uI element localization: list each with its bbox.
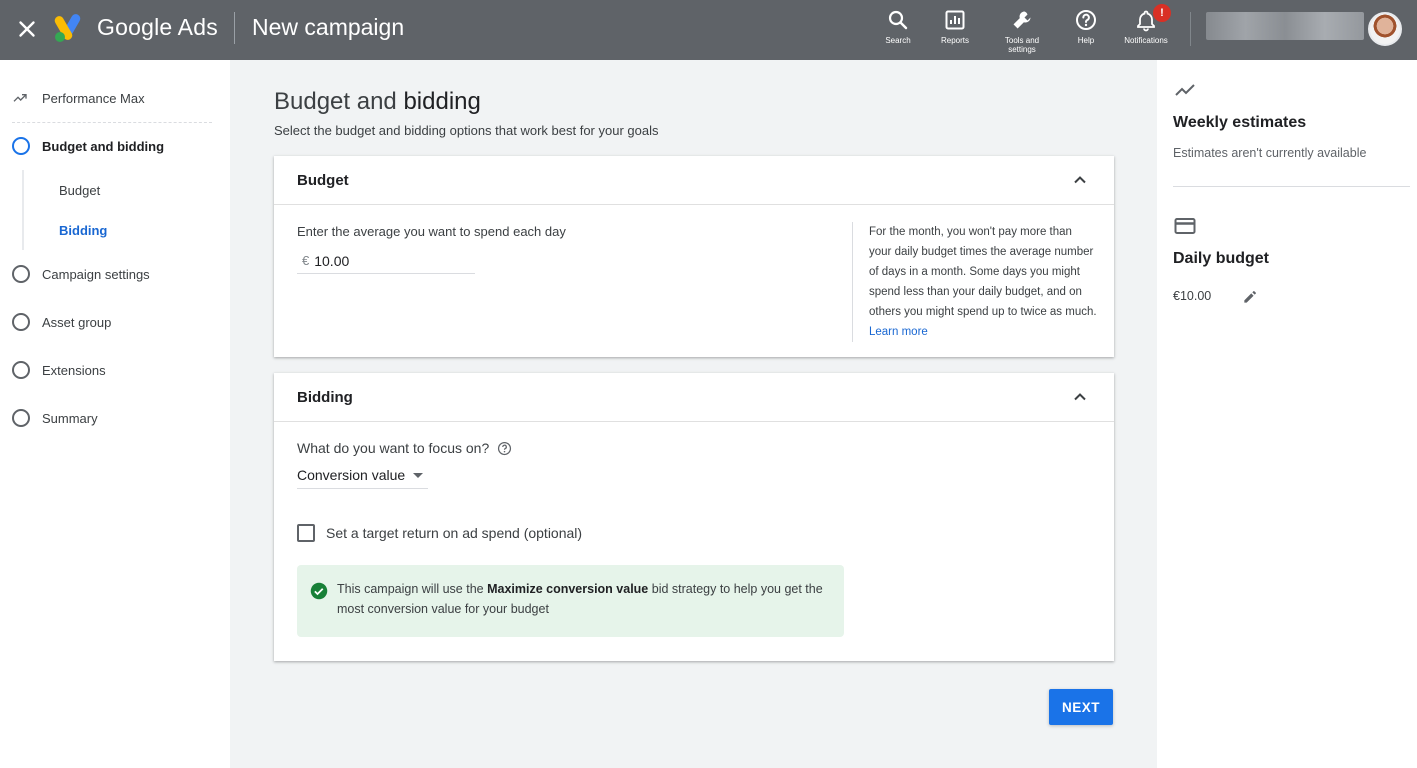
step-extensions[interactable]: Extensions — [12, 360, 106, 380]
step-campaign-settings[interactable]: Campaign settings — [12, 264, 150, 284]
budget-divider — [852, 222, 853, 342]
focus-dropdown[interactable]: Conversion value — [297, 462, 428, 489]
budget-help-text: For the month, you won't pay more than y… — [869, 222, 1097, 342]
step-label: Asset group — [42, 314, 112, 330]
page-subtitle: Select the budget and bidding options th… — [274, 123, 659, 138]
step-circle-icon — [12, 313, 30, 331]
focus-selected-value: Conversion value — [297, 467, 406, 483]
notifications-tool-label: Notifications — [1124, 36, 1168, 45]
panel-divider — [1173, 186, 1410, 187]
budget-heading: Budget — [297, 172, 349, 189]
strategy-info-pre: This campaign will use the — [337, 582, 488, 596]
reports-tool[interactable]: Reports — [920, 8, 990, 45]
trending-line-icon — [1175, 84, 1195, 96]
weekly-estimates-text: Estimates aren't currently available — [1173, 146, 1367, 160]
step-asset-group[interactable]: Asset group — [12, 312, 111, 332]
page-heading: New campaign — [252, 14, 405, 40]
help-icon — [1076, 10, 1096, 30]
pencil-icon[interactable] — [1241, 286, 1261, 306]
header-divider-right — [1190, 12, 1191, 46]
daily-budget-input[interactable] — [314, 252, 455, 269]
credit-card-icon — [1174, 218, 1196, 234]
daily-budget-amount: €10.00 — [1173, 289, 1212, 303]
page-title-part-2: bidding — [403, 88, 481, 115]
tools-settings-tool-label: Tools and settings — [1004, 36, 1040, 54]
budget-input-label: Enter the average you want to spend each… — [297, 224, 566, 239]
search-icon — [888, 10, 908, 30]
help-circle-icon[interactable] — [497, 441, 512, 456]
trending-icon — [13, 94, 27, 102]
chevron-up-icon[interactable] — [1070, 387, 1090, 407]
budget-card-header[interactable]: Budget — [274, 156, 1114, 205]
step-budget-and-bidding[interactable]: Budget and bidding — [12, 136, 164, 156]
tools-settings-tool[interactable]: Tools and settings — [987, 8, 1057, 54]
step-circle-icon — [12, 265, 30, 283]
google-ads-logo-icon — [54, 14, 81, 42]
account-info-blurred[interactable] — [1206, 12, 1364, 40]
check-circle-icon — [310, 582, 328, 600]
chevron-up-icon[interactable] — [1070, 170, 1090, 190]
page-title: Budget and bidding — [274, 88, 481, 116]
campaign-type: Performance Max — [12, 88, 145, 108]
step-label: Summary — [42, 410, 98, 426]
reports-tool-label: Reports — [940, 36, 969, 45]
bidding-heading: Bidding — [297, 389, 353, 406]
strategy-name: Maximize conversion value — [487, 582, 649, 596]
substep-line — [22, 170, 24, 250]
estimates-panel: Weekly estimates Estimates aren't curren… — [1157, 60, 1417, 768]
brand-name: Google Ads — [97, 14, 218, 40]
budget-help-body: For the month, you won't pay more than y… — [869, 226, 1097, 318]
nav-divider — [12, 122, 212, 123]
campaign-type-label: Performance Max — [42, 90, 145, 106]
top-bar: Google Ads New campaign Search Reports T… — [0, 0, 1417, 60]
currency-symbol: € — [302, 253, 310, 268]
page-title-part-1: Budget and — [274, 88, 404, 115]
substep-bidding[interactable]: Bidding — [59, 223, 107, 238]
left-navigation: Performance Max Budget and bidding Budge… — [0, 60, 230, 768]
bidding-card-header[interactable]: Bidding — [274, 373, 1114, 422]
wrench-icon — [1013, 11, 1031, 29]
next-button[interactable]: NEXT — [1049, 689, 1113, 725]
learn-more-link[interactable]: Learn more — [869, 326, 928, 338]
notification-badge: ! — [1153, 4, 1171, 22]
substep-budget[interactable]: Budget — [59, 183, 100, 198]
step-label: Extensions — [42, 362, 106, 378]
target-roas-checkbox[interactable] — [297, 524, 315, 542]
close-icon[interactable] — [14, 16, 40, 42]
avatar[interactable] — [1368, 12, 1402, 46]
step-circle-icon — [12, 409, 30, 427]
budget-card: Budget Enter the average you want to spe… — [274, 156, 1114, 357]
notifications-tool[interactable]: ! Notifications — [1111, 4, 1181, 45]
focus-question-label: What do you want to focus on? — [297, 440, 490, 456]
dropdown-caret-icon — [413, 472, 424, 478]
target-roas-label: Set a target return on ad spend (optiona… — [326, 525, 583, 541]
budget-field[interactable]: € — [297, 248, 475, 274]
strategy-info-box: This campaign will use the Maximize conv… — [297, 565, 844, 637]
daily-budget-title: Daily budget — [1173, 250, 1270, 267]
step-circle-icon — [12, 361, 30, 379]
reports-icon — [945, 10, 965, 30]
target-roas-option[interactable]: Set a target return on ad spend (optiona… — [297, 524, 582, 542]
step-label: Campaign settings — [42, 266, 150, 282]
step-summary[interactable]: Summary — [12, 408, 98, 428]
weekly-estimates-title: Weekly estimates — [1173, 114, 1307, 131]
step-label: Budget and bidding — [42, 138, 165, 154]
focus-question: What do you want to focus on? — [297, 440, 512, 456]
bidding-card: Bidding What do you want to focus on? Co… — [274, 373, 1114, 661]
header-divider — [234, 12, 235, 44]
step-circle-icon — [12, 137, 30, 155]
strategy-info-text: This campaign will use the Maximize conv… — [337, 579, 827, 619]
